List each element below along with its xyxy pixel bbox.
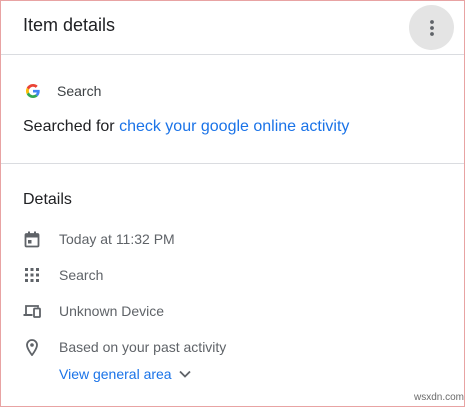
view-general-area-link[interactable]: View general area bbox=[59, 366, 191, 382]
search-query-link[interactable]: check your google online activity bbox=[119, 118, 349, 135]
detail-row-time: Today at 11:32 PM bbox=[23, 228, 175, 250]
detail-location: Based on your past activity bbox=[59, 339, 227, 355]
detail-row-device: Unknown Device bbox=[23, 300, 164, 322]
apps-grid-icon bbox=[23, 266, 41, 284]
detail-device: Unknown Device bbox=[59, 303, 165, 319]
divider bbox=[1, 163, 464, 164]
page-title: Item details bbox=[23, 15, 116, 35]
detail-product: Search bbox=[59, 267, 104, 283]
item-details-panel: Item details Search Searched for check y… bbox=[0, 0, 465, 407]
detail-row-product: Search bbox=[23, 264, 103, 286]
more-options-button[interactable] bbox=[409, 5, 454, 50]
header: Item details bbox=[1, 1, 464, 55]
calendar-icon bbox=[23, 230, 41, 248]
google-g-icon bbox=[26, 84, 40, 98]
detail-row-location: Based on your past activity bbox=[23, 336, 226, 358]
source-label: Search bbox=[57, 83, 102, 99]
chevron-down-icon bbox=[178, 370, 191, 378]
location-pin-icon bbox=[23, 338, 41, 356]
devices-icon bbox=[23, 302, 41, 320]
source-row: Search bbox=[26, 81, 101, 101]
watermark: wsxdn.com bbox=[414, 392, 465, 403]
more-vert-icon bbox=[429, 19, 434, 36]
details-heading: Details bbox=[23, 191, 72, 208]
detail-time: Today at 11:32 PM bbox=[59, 231, 175, 247]
view-general-area-label: View general area bbox=[59, 366, 172, 382]
searched-for-prefix: Searched for bbox=[23, 118, 115, 135]
searched-for-line: Searched for check your google online ac… bbox=[23, 118, 349, 136]
